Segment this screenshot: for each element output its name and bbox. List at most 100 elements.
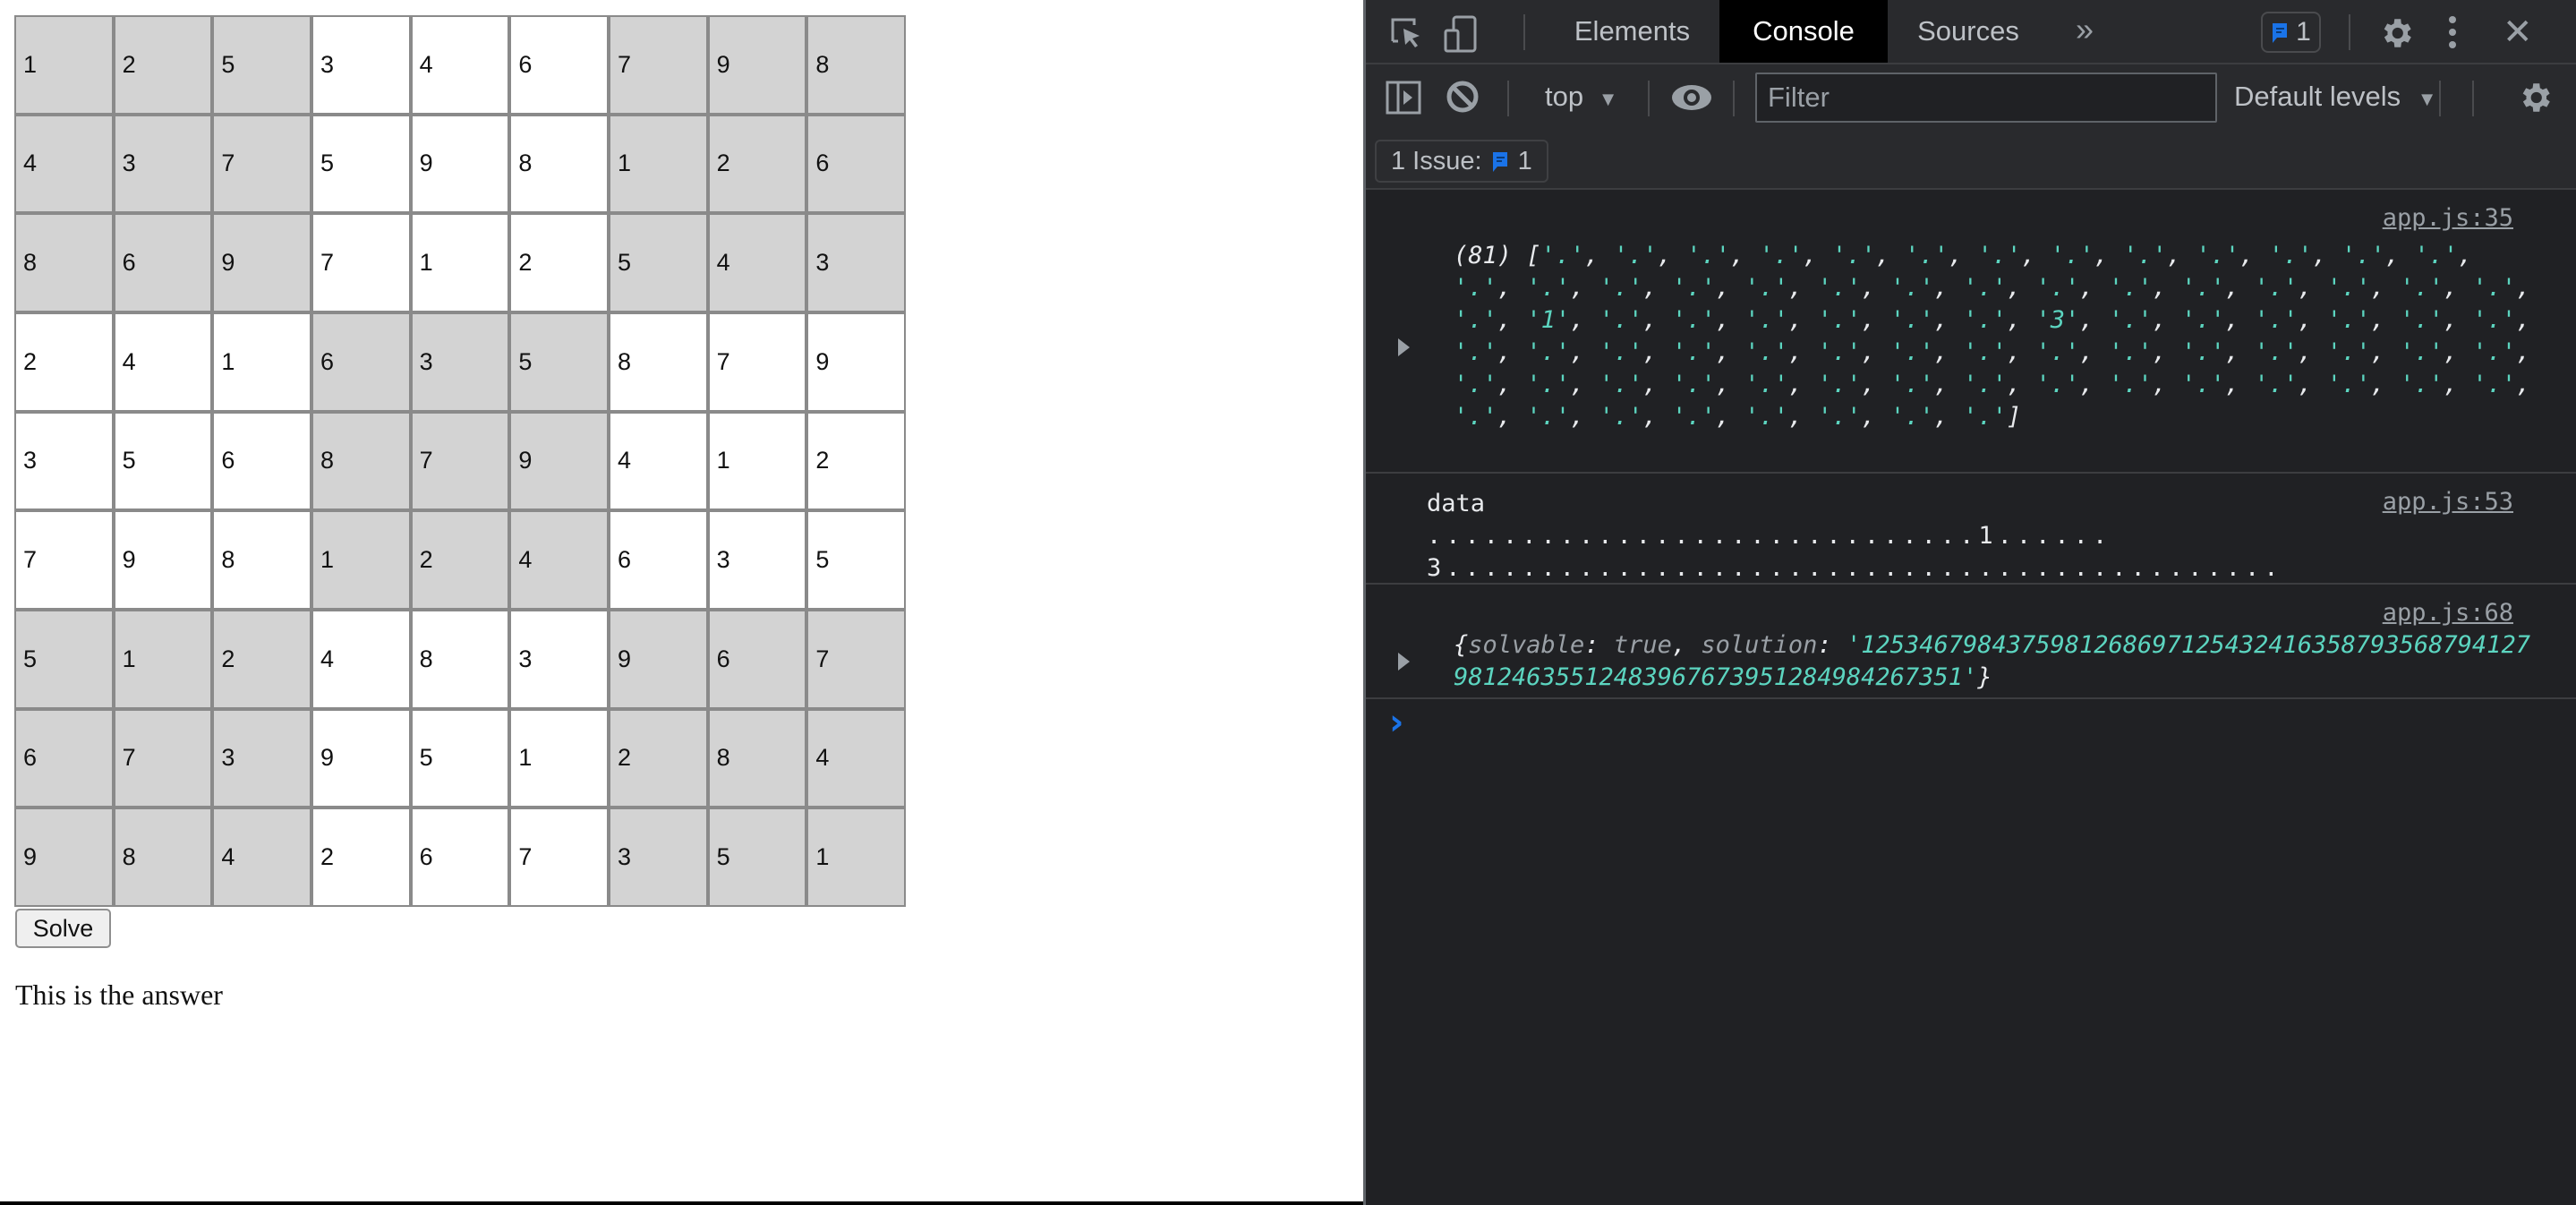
sudoku-cell[interactable]: 1: [511, 710, 607, 807]
sudoku-cell[interactable]: 3: [412, 313, 508, 410]
sudoku-cell[interactable]: 7: [214, 115, 310, 212]
sudoku-cell[interactable]: 6: [412, 809, 508, 905]
sudoku-cell[interactable]: 8: [511, 115, 607, 212]
sudoku-cell[interactable]: 8: [610, 313, 706, 410]
expand-arrow-icon[interactable]: [1398, 338, 1410, 356]
sudoku-cell[interactable]: 4: [312, 611, 409, 707]
sudoku-cell[interactable]: 6: [214, 413, 310, 509]
clear-console-icon[interactable]: [1445, 79, 1480, 119]
console-settings-gear-icon[interactable]: [2516, 79, 2554, 121]
sudoku-cell[interactable]: 9: [312, 710, 409, 807]
sudoku-cell[interactable]: 2: [610, 710, 706, 807]
sudoku-cell[interactable]: 7: [511, 809, 607, 905]
sudoku-cell[interactable]: 8: [808, 17, 904, 113]
sudoku-cell[interactable]: 4: [808, 710, 904, 807]
sudoku-cell[interactable]: 6: [709, 611, 806, 707]
sudoku-cell[interactable]: 3: [312, 17, 409, 113]
sudoku-cell[interactable]: 1: [312, 512, 409, 608]
sudoku-cell[interactable]: 5: [412, 710, 508, 807]
sudoku-cell[interactable]: 5: [312, 115, 409, 212]
object-preview[interactable]: {solvable: true, solution: '125346798437…: [1454, 629, 2533, 694]
sudoku-cell[interactable]: 4: [115, 313, 211, 410]
show-sidebar-icon[interactable]: [1386, 81, 1421, 119]
sudoku-cell[interactable]: 2: [511, 215, 607, 311]
close-devtools-icon[interactable]: ✕: [2503, 13, 2538, 52]
sudoku-cell[interactable]: 4: [511, 512, 607, 608]
issues-link[interactable]: 1 Issue: 1: [1375, 140, 1548, 183]
sudoku-cell[interactable]: 1: [412, 215, 508, 311]
device-toolbar-icon[interactable]: [1443, 14, 1479, 53]
sudoku-cell[interactable]: 5: [16, 611, 112, 707]
sudoku-cell[interactable]: 4: [709, 215, 806, 311]
sudoku-cell[interactable]: 1: [808, 809, 904, 905]
sudoku-cell[interactable]: 2: [16, 313, 112, 410]
sudoku-cell[interactable]: 7: [115, 710, 211, 807]
sudoku-cell[interactable]: 8: [115, 809, 211, 905]
more-tabs-icon[interactable]: »: [2076, 11, 2094, 48]
sudoku-cell[interactable]: 3: [808, 215, 904, 311]
sudoku-cell[interactable]: 4: [214, 809, 310, 905]
sudoku-cell[interactable]: 7: [16, 512, 112, 608]
sudoku-cell[interactable]: 9: [610, 611, 706, 707]
live-expression-eye-icon[interactable]: [1670, 81, 1713, 119]
inspect-element-icon[interactable]: [1387, 14, 1423, 50]
sudoku-cell[interactable]: 2: [412, 512, 508, 608]
sudoku-cell[interactable]: 1: [214, 313, 310, 410]
sudoku-cell[interactable]: 6: [312, 313, 409, 410]
sudoku-cell[interactable]: 3: [709, 512, 806, 608]
sudoku-cell[interactable]: 6: [610, 512, 706, 608]
sudoku-cell[interactable]: 7: [709, 313, 806, 410]
sudoku-cell[interactable]: 8: [214, 512, 310, 608]
sudoku-cell[interactable]: 6: [16, 710, 112, 807]
sudoku-cell[interactable]: 9: [511, 413, 607, 509]
sudoku-cell[interactable]: 3: [610, 809, 706, 905]
sudoku-cell[interactable]: 8: [312, 413, 409, 509]
sudoku-cell[interactable]: 6: [808, 115, 904, 212]
sudoku-cell[interactable]: 7: [808, 611, 904, 707]
console-filter-input[interactable]: [1755, 73, 2217, 123]
array-preview[interactable]: (81) ['.', '.', '.', '.', '.', '.', '.',…: [1454, 240, 2533, 433]
settings-gear-icon[interactable]: [2377, 14, 2415, 52]
sudoku-cell[interactable]: 1: [709, 413, 806, 509]
sudoku-cell[interactable]: 7: [412, 413, 508, 509]
tab-elements[interactable]: Elements: [1545, 0, 1719, 63]
sudoku-cell[interactable]: 6: [511, 17, 607, 113]
sudoku-cell[interactable]: 5: [115, 413, 211, 509]
sudoku-cell[interactable]: 4: [16, 115, 112, 212]
sudoku-cell[interactable]: 1: [16, 17, 112, 113]
sudoku-cell[interactable]: 4: [610, 413, 706, 509]
source-link[interactable]: app.js:53: [2383, 486, 2513, 518]
sudoku-cell[interactable]: 5: [808, 512, 904, 608]
sudoku-cell[interactable]: 1: [115, 611, 211, 707]
sudoku-cell[interactable]: 9: [115, 512, 211, 608]
sudoku-cell[interactable]: 2: [115, 17, 211, 113]
sudoku-cell[interactable]: 2: [312, 809, 409, 905]
issues-counter-button[interactable]: 1: [2261, 12, 2321, 53]
sudoku-cell[interactable]: 8: [709, 710, 806, 807]
sudoku-cell[interactable]: 3: [511, 611, 607, 707]
sudoku-cell[interactable]: 9: [214, 215, 310, 311]
sudoku-cell[interactable]: 5: [511, 313, 607, 410]
sudoku-cell[interactable]: 6: [115, 215, 211, 311]
sudoku-cell[interactable]: 2: [808, 413, 904, 509]
log-levels-dropdown[interactable]: Default levels ▼: [2234, 81, 2437, 113]
sudoku-cell[interactable]: 3: [214, 710, 310, 807]
expand-arrow-icon[interactable]: [1398, 653, 1410, 671]
sudoku-cell[interactable]: 9: [808, 313, 904, 410]
sudoku-cell[interactable]: 3: [16, 413, 112, 509]
source-link[interactable]: app.js:35: [2383, 202, 2513, 235]
sudoku-cell[interactable]: 8: [16, 215, 112, 311]
sudoku-cell[interactable]: 1: [610, 115, 706, 212]
console-prompt[interactable]: ›: [1366, 705, 2529, 740]
solve-button[interactable]: Solve: [15, 909, 111, 948]
sudoku-cell[interactable]: 2: [214, 611, 310, 707]
sudoku-cell[interactable]: 9: [709, 17, 806, 113]
sudoku-cell[interactable]: 5: [610, 215, 706, 311]
sudoku-cell[interactable]: 9: [16, 809, 112, 905]
sudoku-cell[interactable]: 9: [412, 115, 508, 212]
sudoku-cell[interactable]: 3: [115, 115, 211, 212]
context-selector[interactable]: top ▼: [1545, 81, 1618, 113]
sudoku-cell[interactable]: 5: [709, 809, 806, 905]
sudoku-cell[interactable]: 2: [709, 115, 806, 212]
tab-console[interactable]: Console: [1719, 0, 1888, 63]
